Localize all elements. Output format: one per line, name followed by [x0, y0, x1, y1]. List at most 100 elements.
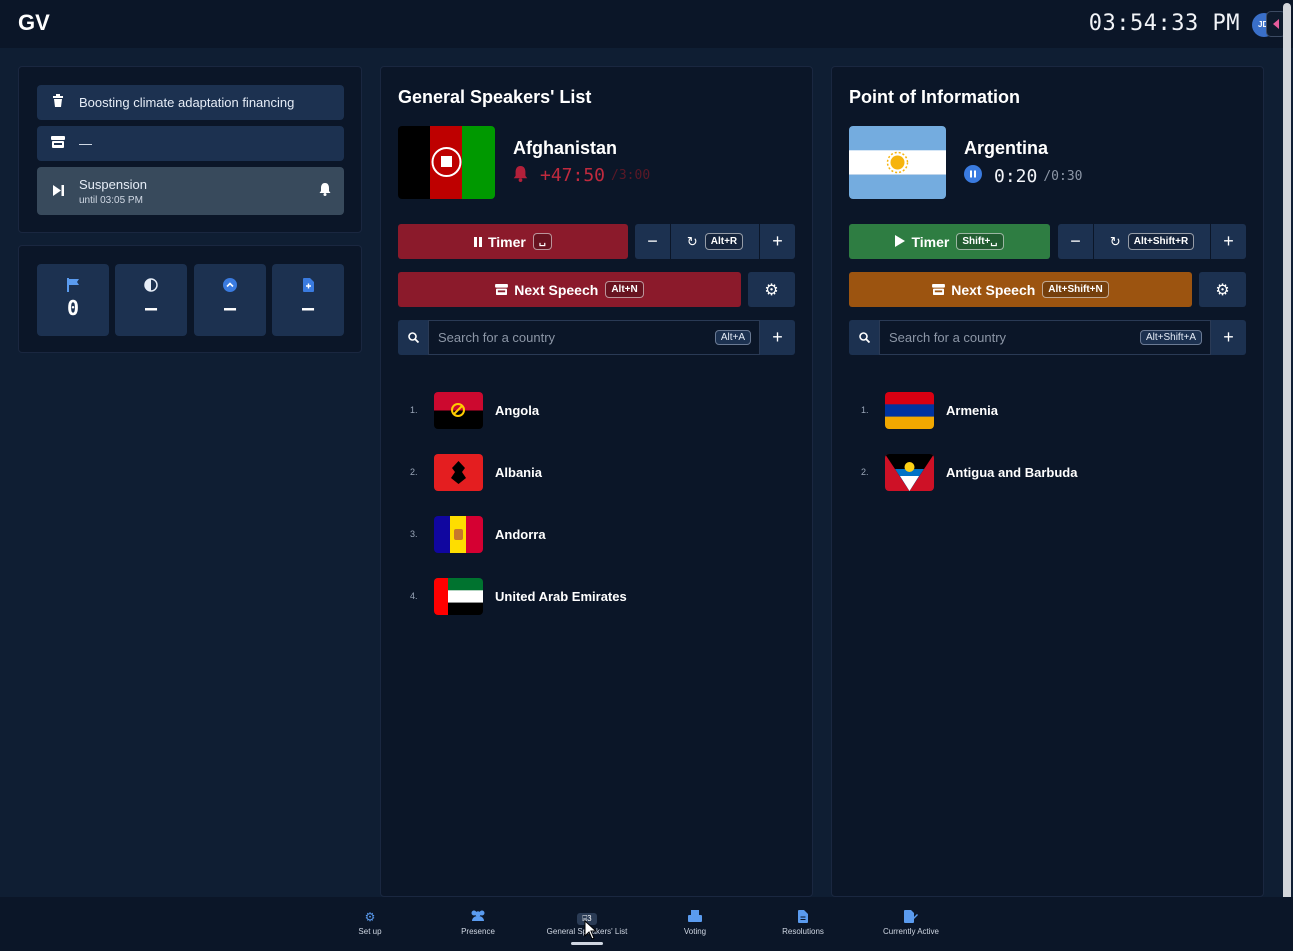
skip-forward-icon	[37, 184, 79, 199]
poi-settings-button[interactable]: ⚙	[1199, 272, 1246, 307]
increase-button[interactable]: +	[760, 224, 795, 259]
reset-button[interactable]: ↻ Alt+Shift+R	[1093, 224, 1211, 259]
nav-voting[interactable]: Voting	[645, 910, 745, 936]
country-name: Angola	[495, 402, 540, 418]
decrease-button[interactable]: −	[1058, 224, 1093, 259]
session-card: Boosting climate adaptation financing — …	[18, 66, 362, 233]
top-bar: GV 03:54:33 PM JD	[0, 0, 1293, 48]
search-input[interactable]: Search for a country Alt+A	[428, 320, 760, 355]
add-country-button[interactable]: +	[1211, 320, 1246, 355]
search-placeholder: Search for a country	[889, 330, 1007, 345]
poi-timer-adjust: − ↻ Alt+Shift+R +	[1058, 224, 1246, 259]
timer-elapsed: +47:50	[540, 165, 606, 186]
timer-total: /3:00	[611, 168, 651, 183]
stat-quorum[interactable]: —	[194, 264, 266, 336]
podium-icon	[495, 282, 509, 298]
file-icon	[753, 910, 853, 924]
add-country-button[interactable]: +	[760, 320, 795, 355]
next-speech-label: Next Speech	[951, 281, 1036, 298]
poi-timer-button[interactable]: Timer Shift+␣	[849, 224, 1050, 259]
scrollbar[interactable]	[1283, 3, 1291, 903]
reset-icon: ↻	[686, 233, 698, 249]
nav-setup[interactable]: ⚙ Set up	[320, 910, 420, 936]
country-name: Andorra	[495, 526, 546, 542]
kbd-shortcut: Alt+Shift+A	[1139, 330, 1202, 345]
stat-majority[interactable]: —	[115, 264, 187, 336]
stat-value: 0	[66, 296, 80, 320]
search-icon	[849, 320, 879, 355]
stat-value: —	[301, 296, 315, 320]
kbd-shortcut: Alt+R	[704, 233, 744, 250]
flag-afghanistan	[398, 126, 495, 199]
gsl-search: Search for a country Alt+A +	[398, 320, 795, 355]
list-number: 4.	[410, 591, 418, 601]
next-speech-label: Next Speech	[514, 281, 599, 298]
list-item[interactable]: 2. Albania	[398, 453, 542, 491]
flag-united-arab-emirates	[434, 577, 483, 615]
gsl-next-speech-button[interactable]: Next Speech Alt+N	[398, 272, 741, 307]
search-placeholder: Search for a country	[438, 330, 556, 345]
stats-card: 0 — — —	[18, 245, 362, 353]
pause-circle-icon	[964, 165, 982, 187]
poi-title: Point of Information	[849, 87, 1020, 107]
search-input[interactable]: Search for a country Alt+Shift+A	[879, 320, 1211, 355]
stat-value: —	[223, 296, 237, 320]
poi-panel: Point of Information Argentina 0:20 /0:3…	[831, 66, 1264, 897]
kbd-shortcut: Alt+Shift+N	[1042, 281, 1109, 298]
nav-presence[interactable]: Presence	[428, 910, 528, 936]
flag-icon	[37, 278, 109, 294]
poi-next-speech-button[interactable]: Next Speech Alt+Shift+N	[849, 272, 1192, 307]
stat-documents[interactable]: —	[272, 264, 344, 336]
topic-row[interactable]: Boosting climate adaptation financing	[37, 85, 344, 120]
nav-label: Set up	[358, 927, 382, 936]
pause-icon	[473, 234, 482, 250]
gsl-timer-adjust: − ↻ Alt+R +	[635, 224, 795, 259]
timer-total: /0:30	[1043, 168, 1083, 184]
timer-label: Timer	[487, 233, 526, 250]
list-number: 2.	[861, 467, 869, 477]
list-item[interactable]: 1. Angola	[398, 391, 539, 429]
poi-search: Search for a country Alt+Shift+A +	[849, 320, 1246, 355]
nav-label: Currently Active	[882, 927, 940, 936]
suspension-row[interactable]: Suspension until 03:05 PM	[37, 167, 344, 215]
nav-label: Presence	[461, 927, 495, 936]
gsl-timer-button[interactable]: Timer ␣	[398, 224, 628, 259]
kbd-shortcut: Shift+␣	[956, 233, 1004, 250]
document-icon	[272, 278, 344, 294]
stat-value: —	[144, 296, 158, 320]
chevron-up-circle-icon	[194, 278, 266, 294]
reset-icon: ↻	[1109, 233, 1121, 249]
mouse-cursor	[584, 920, 598, 940]
edit-icon	[861, 910, 961, 924]
nav-currently-active[interactable]: Currently Active	[861, 910, 961, 936]
users-icon	[428, 910, 528, 924]
decrease-button[interactable]: −	[635, 224, 670, 259]
country-name: Antigua and Barbuda	[946, 464, 1078, 480]
flag-antigua-and-barbuda	[885, 453, 934, 491]
suspension-title: Suspension	[79, 176, 147, 192]
gears-icon: ⚙	[764, 281, 779, 299]
timer-label: Timer	[911, 233, 950, 250]
topic-label: Boosting climate adaptation financing	[79, 95, 295, 110]
increase-button[interactable]: +	[1211, 224, 1246, 259]
list-item[interactable]: 2. Antigua and Barbuda	[849, 453, 1077, 491]
flag-angola	[434, 391, 483, 429]
stat-motions[interactable]: 0	[37, 264, 109, 336]
kbd-shortcut: Alt+A	[714, 330, 751, 345]
gsl-settings-button[interactable]: ⚙	[748, 272, 795, 307]
agenda-row[interactable]: —	[37, 126, 344, 161]
half-circle-icon	[115, 278, 187, 294]
nav-resolutions[interactable]: Resolutions	[753, 910, 853, 936]
flag-argentina	[849, 126, 946, 199]
list-item[interactable]: 4. United Arab Emirates	[398, 577, 627, 615]
list-item[interactable]: 1. Armenia	[849, 391, 998, 429]
list-item[interactable]: 3. Andorra	[398, 515, 546, 553]
clock: 03:54:33 PM	[1088, 11, 1240, 36]
kbd-shortcut: ␣	[532, 233, 553, 250]
current-speaker-name: Argentina	[964, 138, 1049, 158]
gsl-panel: General Speakers' List Afghanistan +47:5…	[380, 66, 813, 897]
kbd-shortcut: Alt+N	[605, 281, 644, 298]
bell-icon[interactable]	[306, 183, 344, 199]
reset-button[interactable]: ↻ Alt+R	[670, 224, 760, 259]
app-logo[interactable]: GV	[18, 10, 50, 36]
